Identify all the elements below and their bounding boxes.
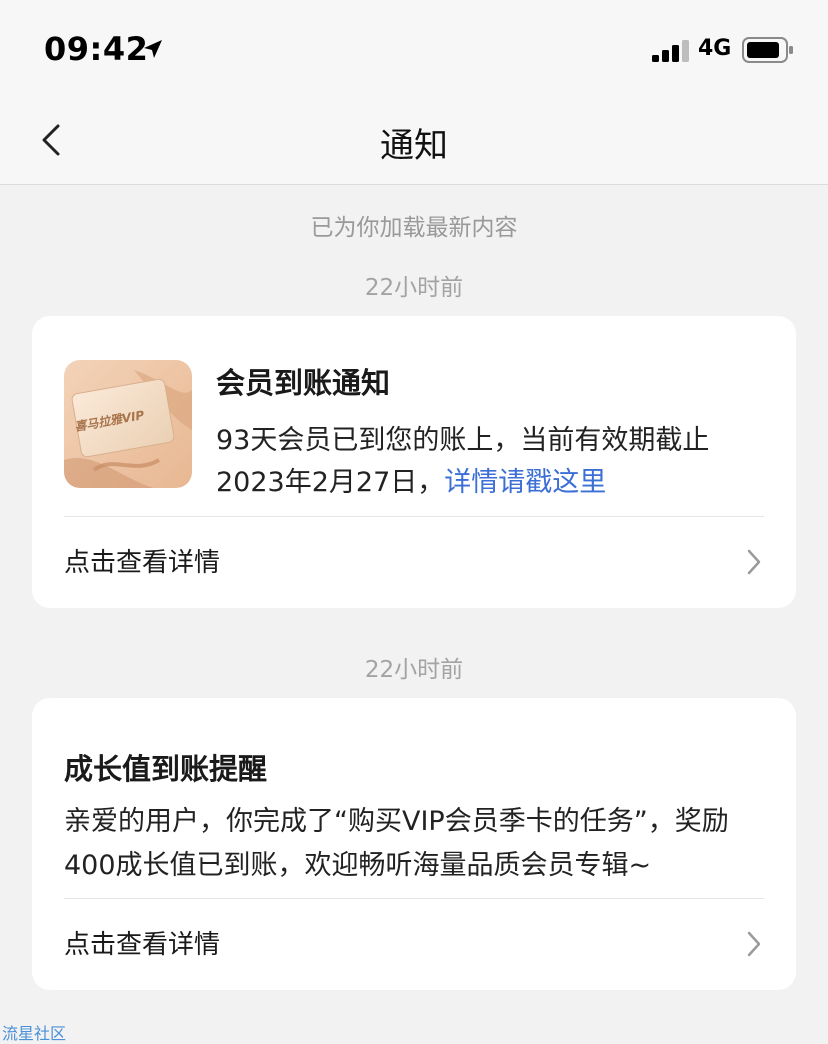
notification-title: 会员到账通知 <box>216 366 391 400</box>
divider <box>64 898 764 899</box>
divider <box>64 516 764 517</box>
notification-timestamp: 22小时前 <box>364 657 464 683</box>
page-title: 通知 <box>380 126 448 166</box>
details-link[interactable]: 详情请戳这里 <box>444 467 606 498</box>
nav-bar: 通知 <box>0 96 828 185</box>
watermark: 流星社区 <box>2 1024 67 1043</box>
chevron-right-icon <box>747 931 761 957</box>
status-bar: 09:42 4G <box>0 0 828 96</box>
notification-card-growth[interactable]: 成长值到账提醒 亲爱的用户，你完成了“购买VIP会员季卡的任务”，奖励400成长… <box>32 698 796 990</box>
battery-icon <box>742 37 793 63</box>
view-details-label: 点击查看详情 <box>64 548 221 578</box>
notification-body: 亲爱的用户，你完成了“购买VIP会员季卡的任务”，奖励400成长值已到账，欢迎畅… <box>64 806 729 881</box>
chevron-right-icon <box>747 549 761 575</box>
loaded-hint: 已为你加载最新内容 <box>310 215 518 241</box>
signal-icon <box>652 40 689 62</box>
network-type: 4G <box>698 36 732 61</box>
view-details-row[interactable]: 点击查看详情 <box>64 914 772 970</box>
location-arrow-icon <box>144 40 162 58</box>
vip-card-thumbnail: 喜马拉雅VIP <box>64 360 192 488</box>
view-details-row[interactable]: 点击查看详情 <box>64 532 772 588</box>
notification-card-membership[interactable]: 喜马拉雅VIP 会员到账通知 93天会员已到您的账上，当前有效期截止2023年2… <box>32 316 796 608</box>
view-details-label: 点击查看详情 <box>64 930 221 960</box>
notification-body: 93天会员已到您的账上，当前有效期截止2023年2月27日，详情请戳这里 <box>216 420 776 504</box>
notification-title: 成长值到账提醒 <box>64 752 268 786</box>
status-time: 09:42 <box>44 30 149 68</box>
notification-timestamp: 22小时前 <box>364 275 464 301</box>
